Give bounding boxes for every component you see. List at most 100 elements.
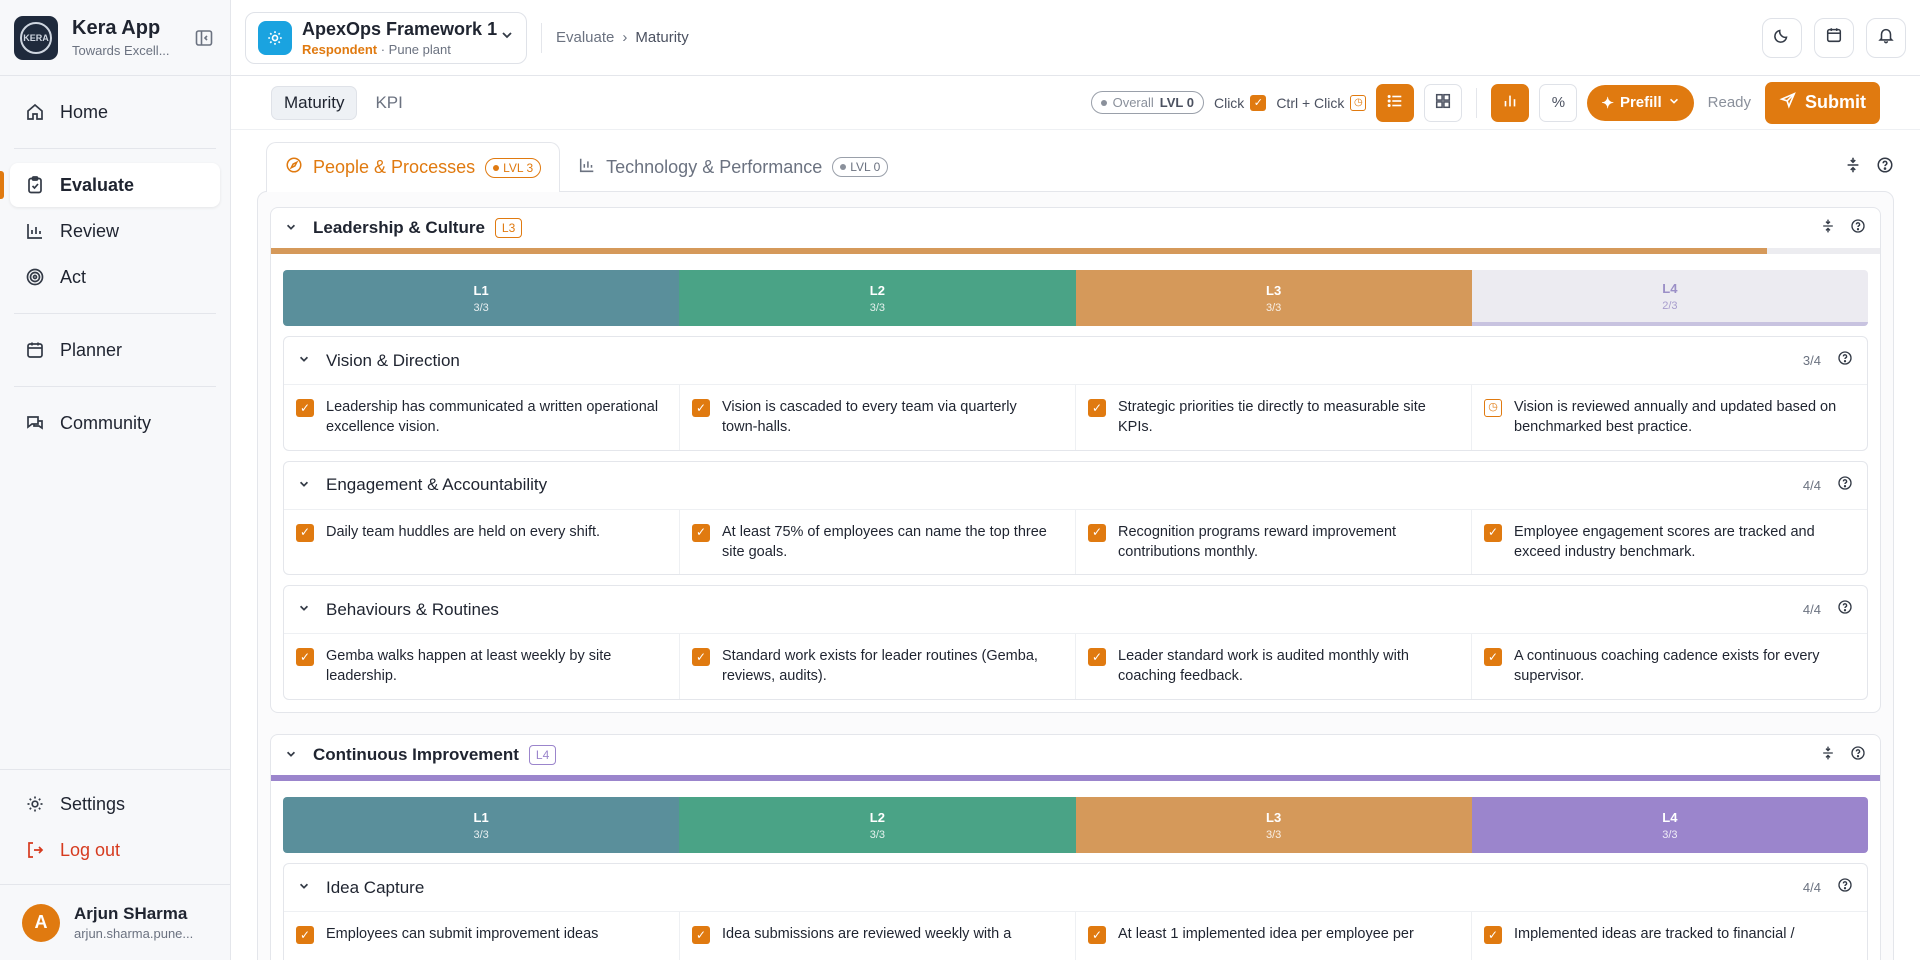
checkbox-checked-icon[interactable]: ✓ [296, 926, 314, 944]
criterion-item[interactable]: ✓ Employee engagement scores are tracked … [1472, 510, 1867, 575]
calendar-button[interactable] [1814, 17, 1854, 58]
criterion-item[interactable]: ✓ A continuous coaching cadence exists fo… [1472, 634, 1867, 699]
checkbox-checked-icon[interactable]: ✓ [1484, 648, 1502, 667]
checkbox-checked-icon[interactable]: ✓ [1484, 926, 1502, 944]
checkbox-checked-icon[interactable]: ✓ [1088, 523, 1106, 542]
criterion-item[interactable]: ✓ Recognition programs reward improvement… [1076, 509, 1472, 575]
criterion-item[interactable]: ◷ Vision is reviewed annually and updated… [1472, 385, 1867, 450]
criterion-item[interactable]: ✓ Strategic priorities tie directly to me… [1076, 385, 1472, 450]
chevron-down-icon[interactable] [298, 880, 314, 895]
criterion-item[interactable]: ✓ Vision is cascaded to every team via qu… [680, 385, 1076, 450]
checkbox-checked-icon[interactable]: ✓ [1088, 926, 1106, 944]
sidebar-item-logout[interactable]: Log out [10, 828, 220, 872]
tab-kpi[interactable]: KPI [363, 87, 414, 119]
breadcrumb-evaluate[interactable]: Evaluate [556, 29, 614, 46]
chevron-down-icon[interactable] [298, 353, 314, 368]
criterion-header[interactable]: Engagement & Accountability 4/4 [284, 462, 1867, 510]
collapse-sidebar-icon[interactable] [192, 26, 216, 50]
criterion-title: Behaviours & Routines [326, 599, 499, 619]
help-icon[interactable] [1837, 877, 1853, 898]
criterion-count: 4/4 [1802, 602, 1821, 618]
criterion-item[interactable]: ✓ Idea submissions are reviewed weekly wi… [680, 912, 1076, 960]
click-hint: Click ✓ [1214, 94, 1267, 111]
collapse-all-icon[interactable] [1844, 156, 1862, 179]
checkbox-checked-icon[interactable]: ✓ [1088, 399, 1106, 417]
help-icon[interactable] [1837, 350, 1853, 371]
checkbox-checked-icon[interactable]: ✓ [692, 399, 710, 417]
help-icon[interactable] [1837, 599, 1853, 620]
collapse-all-icon[interactable] [1820, 745, 1836, 766]
tab-maturity[interactable]: Maturity [271, 85, 358, 120]
checkbox-checked-icon[interactable]: ✓ [692, 523, 710, 542]
help-icon[interactable] [1850, 745, 1866, 766]
criterion-item[interactable]: ✓ Daily team huddles are held on every sh… [284, 509, 680, 575]
home-icon [24, 101, 46, 123]
checkbox-checked-icon[interactable]: ✓ [692, 926, 710, 944]
criterion-item[interactable]: ✓ Leadership has communicated a written o… [284, 385, 680, 450]
clock-pending-icon[interactable]: ◷ [1484, 399, 1502, 417]
chevron-down-icon[interactable] [298, 478, 314, 493]
help-icon[interactable] [1850, 218, 1866, 239]
criterion-item[interactable]: ✓ Employees can submit improvement ideas [284, 912, 680, 960]
level-l1[interactable]: L1 3/3 [283, 797, 680, 853]
level-l2[interactable]: L2 3/3 [679, 797, 1076, 853]
app-logo[interactable]: KERA [14, 15, 58, 60]
level-l3[interactable]: L3 3/3 [1075, 270, 1472, 326]
user-profile[interactable]: A Arjun SHarma arjun.sharma.pune... [0, 884, 230, 960]
criterion-item[interactable]: ✓ At least 1 implemented idea per employe… [1076, 912, 1472, 960]
level-l2[interactable]: L2 3/3 [679, 270, 1076, 326]
main-content: Maturity KPI Overall LVL 0 Click ✓ Ctrl + … [231, 76, 1920, 960]
prefill-button[interactable]: ✦ Prefill [1587, 84, 1694, 121]
dark-mode-button[interactable] [1762, 17, 1802, 58]
checkbox-checked-icon[interactable]: ✓ [296, 648, 314, 667]
level-l1[interactable]: L1 3/3 [283, 270, 680, 326]
criterion-item[interactable]: ✓ Implemented ideas are tracked to financ… [1472, 912, 1867, 960]
framework-name: ApexOps Framework 1 [302, 18, 498, 39]
top-bar: ApexOps Framework 1 Respondent · Pune pl… [231, 0, 1920, 76]
checkbox-checked-icon[interactable]: ✓ [296, 399, 314, 417]
checkbox-checked-icon[interactable]: ✓ [296, 523, 314, 542]
sidebar-item-community[interactable]: Community [10, 401, 220, 445]
chart-toggle-button[interactable] [1491, 83, 1530, 122]
framework-selector[interactable]: ApexOps Framework 1 Respondent · Pune pl… [245, 11, 527, 64]
level-l3[interactable]: L3 3/3 [1075, 797, 1472, 853]
sidebar-item-planner[interactable]: Planner [10, 328, 220, 372]
criterion-header[interactable]: Vision & Direction 3/4 [284, 337, 1867, 385]
sidebar-item-settings[interactable]: Settings [10, 782, 220, 826]
criterion-item-text: Leadership has communicated a written op… [326, 399, 659, 436]
sidebar-item-review[interactable]: Review [10, 209, 220, 253]
level-l4[interactable]: L4 3/3 [1471, 797, 1868, 853]
tab-technology-performance[interactable]: Technology & Performance LVL 0 [560, 142, 906, 192]
criterion-item[interactable]: ✓ Leader standard work is audited monthly… [1076, 634, 1472, 699]
chevron-down-icon[interactable] [285, 221, 301, 236]
sidebar-item-evaluate[interactable]: Evaluate [0, 163, 220, 207]
checkbox-checked-icon[interactable]: ✓ [692, 648, 710, 667]
criterion-header[interactable]: Behaviours & Routines 4/4 [284, 586, 1867, 635]
collapse-all-icon[interactable] [1820, 218, 1836, 239]
checkbox-checked-icon[interactable]: ✓ [1484, 523, 1502, 542]
grid-view-button[interactable] [1424, 83, 1463, 122]
level-l4[interactable]: L4 2/3 [1471, 270, 1868, 326]
list-view-button[interactable] [1376, 83, 1415, 122]
section-header[interactable]: Leadership & Culture L3 [271, 208, 1880, 248]
section-header[interactable]: Continuous Improvement L4 [271, 735, 1880, 775]
sidebar-item-home[interactable]: Home [10, 90, 220, 134]
section-title: Leadership & Culture [313, 218, 485, 237]
checkbox-checked-icon[interactable]: ✓ [1088, 648, 1106, 667]
criterion-item[interactable]: ✓ At least 75% of employees can name the … [680, 509, 1076, 575]
criterion-header[interactable]: Idea Capture 4/4 [284, 864, 1867, 912]
submit-button[interactable]: Submit [1765, 81, 1880, 124]
tab-people-processes[interactable]: People & Processes LVL 3 [266, 142, 561, 192]
notifications-button[interactable] [1866, 17, 1906, 58]
level-name: L2 [869, 282, 885, 298]
criterion-item[interactable]: ✓ Gemba walks happen at least weekly by s… [284, 634, 680, 699]
percent-toggle-button[interactable]: % [1539, 83, 1578, 122]
help-icon[interactable] [1876, 156, 1894, 179]
chevron-down-icon[interactable] [298, 602, 314, 617]
chevron-down-icon[interactable] [285, 748, 301, 763]
criterion-item-text: Implemented ideas are tracked to financi… [1514, 926, 1795, 942]
help-icon[interactable] [1837, 475, 1853, 496]
criterion-item[interactable]: ✓ Standard work exists for leader routine… [680, 634, 1076, 699]
gear-icon [24, 793, 46, 815]
sidebar-item-act[interactable]: Act [10, 255, 220, 299]
